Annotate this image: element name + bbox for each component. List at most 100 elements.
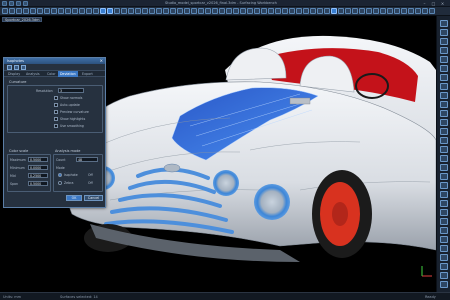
toolbar-tool-icon[interactable] (107, 8, 113, 14)
side-tool-icon[interactable] (440, 281, 448, 288)
toolbar-tool-icon[interactable] (23, 8, 29, 14)
checkbox-show-highlights[interactable] (54, 117, 58, 121)
toolbar-tool-icon[interactable] (338, 8, 344, 14)
toolbar-tool-icon[interactable] (324, 8, 330, 14)
side-tool-icon[interactable] (440, 29, 448, 36)
toolbar-tool-icon[interactable] (268, 8, 274, 14)
toolbar-tool-icon[interactable] (30, 8, 36, 14)
toolbar-tool-icon[interactable] (296, 8, 302, 14)
radio-zebra[interactable] (58, 181, 62, 185)
maximize-button[interactable]: □ (431, 1, 436, 6)
pin-icon[interactable] (7, 65, 12, 70)
toolbar-tool-icon[interactable] (135, 8, 141, 14)
checkbox-auto-update[interactable] (54, 103, 58, 107)
toolbar-tool-icon[interactable] (275, 8, 281, 14)
toolbar-tool-icon[interactable] (401, 8, 407, 14)
side-tool-icon[interactable] (440, 110, 448, 117)
close-window-button[interactable]: × (440, 1, 445, 6)
minimum-field[interactable]: 0.0000 (28, 165, 48, 170)
new-file-icon[interactable] (9, 1, 14, 6)
side-tool-icon[interactable] (440, 191, 448, 198)
side-tool-icon[interactable] (440, 146, 448, 153)
toolbar-tool-icon[interactable] (51, 8, 57, 14)
toolbar-tool-icon[interactable] (233, 8, 239, 14)
side-tool-icon[interactable] (440, 272, 448, 279)
mid-field[interactable]: 0.2500 (28, 173, 48, 178)
toolbar-tool-icon[interactable] (184, 8, 190, 14)
toolbar-tool-icon[interactable] (156, 8, 162, 14)
toolbar-tool-icon[interactable] (93, 8, 99, 14)
toolbar-tool-icon[interactable] (408, 8, 414, 14)
toolbar-tool-icon[interactable] (261, 8, 267, 14)
toolbar-tool-icon[interactable] (163, 8, 169, 14)
toolbar-tool-icon[interactable] (79, 8, 85, 14)
toolbar-tool-icon[interactable] (191, 8, 197, 14)
count-field[interactable]: 48 (76, 157, 98, 162)
toolbar-tool-icon[interactable] (289, 8, 295, 14)
tab-display[interactable]: Display (6, 71, 22, 77)
side-tool-icon[interactable] (440, 155, 448, 162)
toolbar-tool-icon[interactable] (9, 8, 15, 14)
ok-button[interactable]: OK (66, 195, 82, 201)
side-tool-icon[interactable] (440, 119, 448, 126)
side-tool-icon[interactable] (440, 254, 448, 261)
side-tool-icon[interactable] (440, 92, 448, 99)
tab-deviation[interactable]: Deviation (58, 71, 78, 77)
toolbar-tool-icon[interactable] (170, 8, 176, 14)
toolbar-tool-icon[interactable] (366, 8, 372, 14)
refresh-icon[interactable] (14, 65, 19, 70)
toolbar-tool-icon[interactable] (387, 8, 393, 14)
side-tool-icon[interactable] (440, 137, 448, 144)
side-tool-icon[interactable] (440, 128, 448, 135)
resolution-field[interactable]: 3 (58, 88, 84, 93)
side-tool-icon[interactable] (440, 218, 448, 225)
side-tool-icon[interactable] (440, 209, 448, 216)
toolbar-tool-icon[interactable] (359, 8, 365, 14)
toolbar-tool-icon[interactable] (317, 8, 323, 14)
toolbar-tool-icon[interactable] (345, 8, 351, 14)
tab-color[interactable]: Color (45, 71, 58, 77)
save-file-icon[interactable] (23, 1, 28, 6)
toolbar-tool-icon[interactable] (149, 8, 155, 14)
side-tool-icon[interactable] (440, 173, 448, 180)
toolbar-tool-icon[interactable] (380, 8, 386, 14)
toolbar-tool-icon[interactable] (240, 8, 246, 14)
side-tool-icon[interactable] (440, 65, 448, 72)
side-tool-icon[interactable] (440, 200, 448, 207)
toolbar-tool-icon[interactable] (219, 8, 225, 14)
toolbar-tool-icon[interactable] (415, 8, 421, 14)
side-tool-icon[interactable] (440, 263, 448, 270)
toolbar-tool-icon[interactable] (331, 8, 337, 14)
document-tab[interactable]: Sportcar_2026.3dm (2, 17, 42, 22)
side-tool-icon[interactable] (440, 38, 448, 45)
toolbar-tool-icon[interactable] (44, 8, 50, 14)
side-tool-icon[interactable] (440, 164, 448, 171)
tab-export[interactable]: Export (80, 71, 95, 77)
side-tool-icon[interactable] (440, 245, 448, 252)
toolbar-tool-icon[interactable] (429, 8, 435, 14)
checkbox-preview-curvature[interactable] (54, 110, 58, 114)
settings-icon[interactable] (21, 65, 26, 70)
toolbar-tool-icon[interactable] (352, 8, 358, 14)
toolbar-tool-icon[interactable] (205, 8, 211, 14)
side-tool-icon[interactable] (440, 20, 448, 27)
toolbar-tool-icon[interactable] (177, 8, 183, 14)
side-tool-icon[interactable] (440, 101, 448, 108)
toolbar-tool-icon[interactable] (65, 8, 71, 14)
toolbar-tool-icon[interactable] (310, 8, 316, 14)
toolbar-tool-icon[interactable] (72, 8, 78, 14)
toolbar-tool-icon[interactable] (394, 8, 400, 14)
toolbar-tool-icon[interactable] (121, 8, 127, 14)
toolbar-tool-icon[interactable] (303, 8, 309, 14)
toolbar-tool-icon[interactable] (247, 8, 253, 14)
toolbar-tool-icon[interactable] (86, 8, 92, 14)
side-tool-icon[interactable] (440, 83, 448, 90)
side-tool-icon[interactable] (440, 227, 448, 234)
side-tool-icon[interactable] (440, 236, 448, 243)
tab-analysis[interactable]: Analysis (24, 71, 42, 77)
toolbar-tool-icon[interactable] (198, 8, 204, 14)
toolbar-tool-icon[interactable] (128, 8, 134, 14)
checkbox-show-normals[interactable] (54, 96, 58, 100)
toolbar-tool-icon[interactable] (142, 8, 148, 14)
toolbar-tool-icon[interactable] (254, 8, 260, 14)
